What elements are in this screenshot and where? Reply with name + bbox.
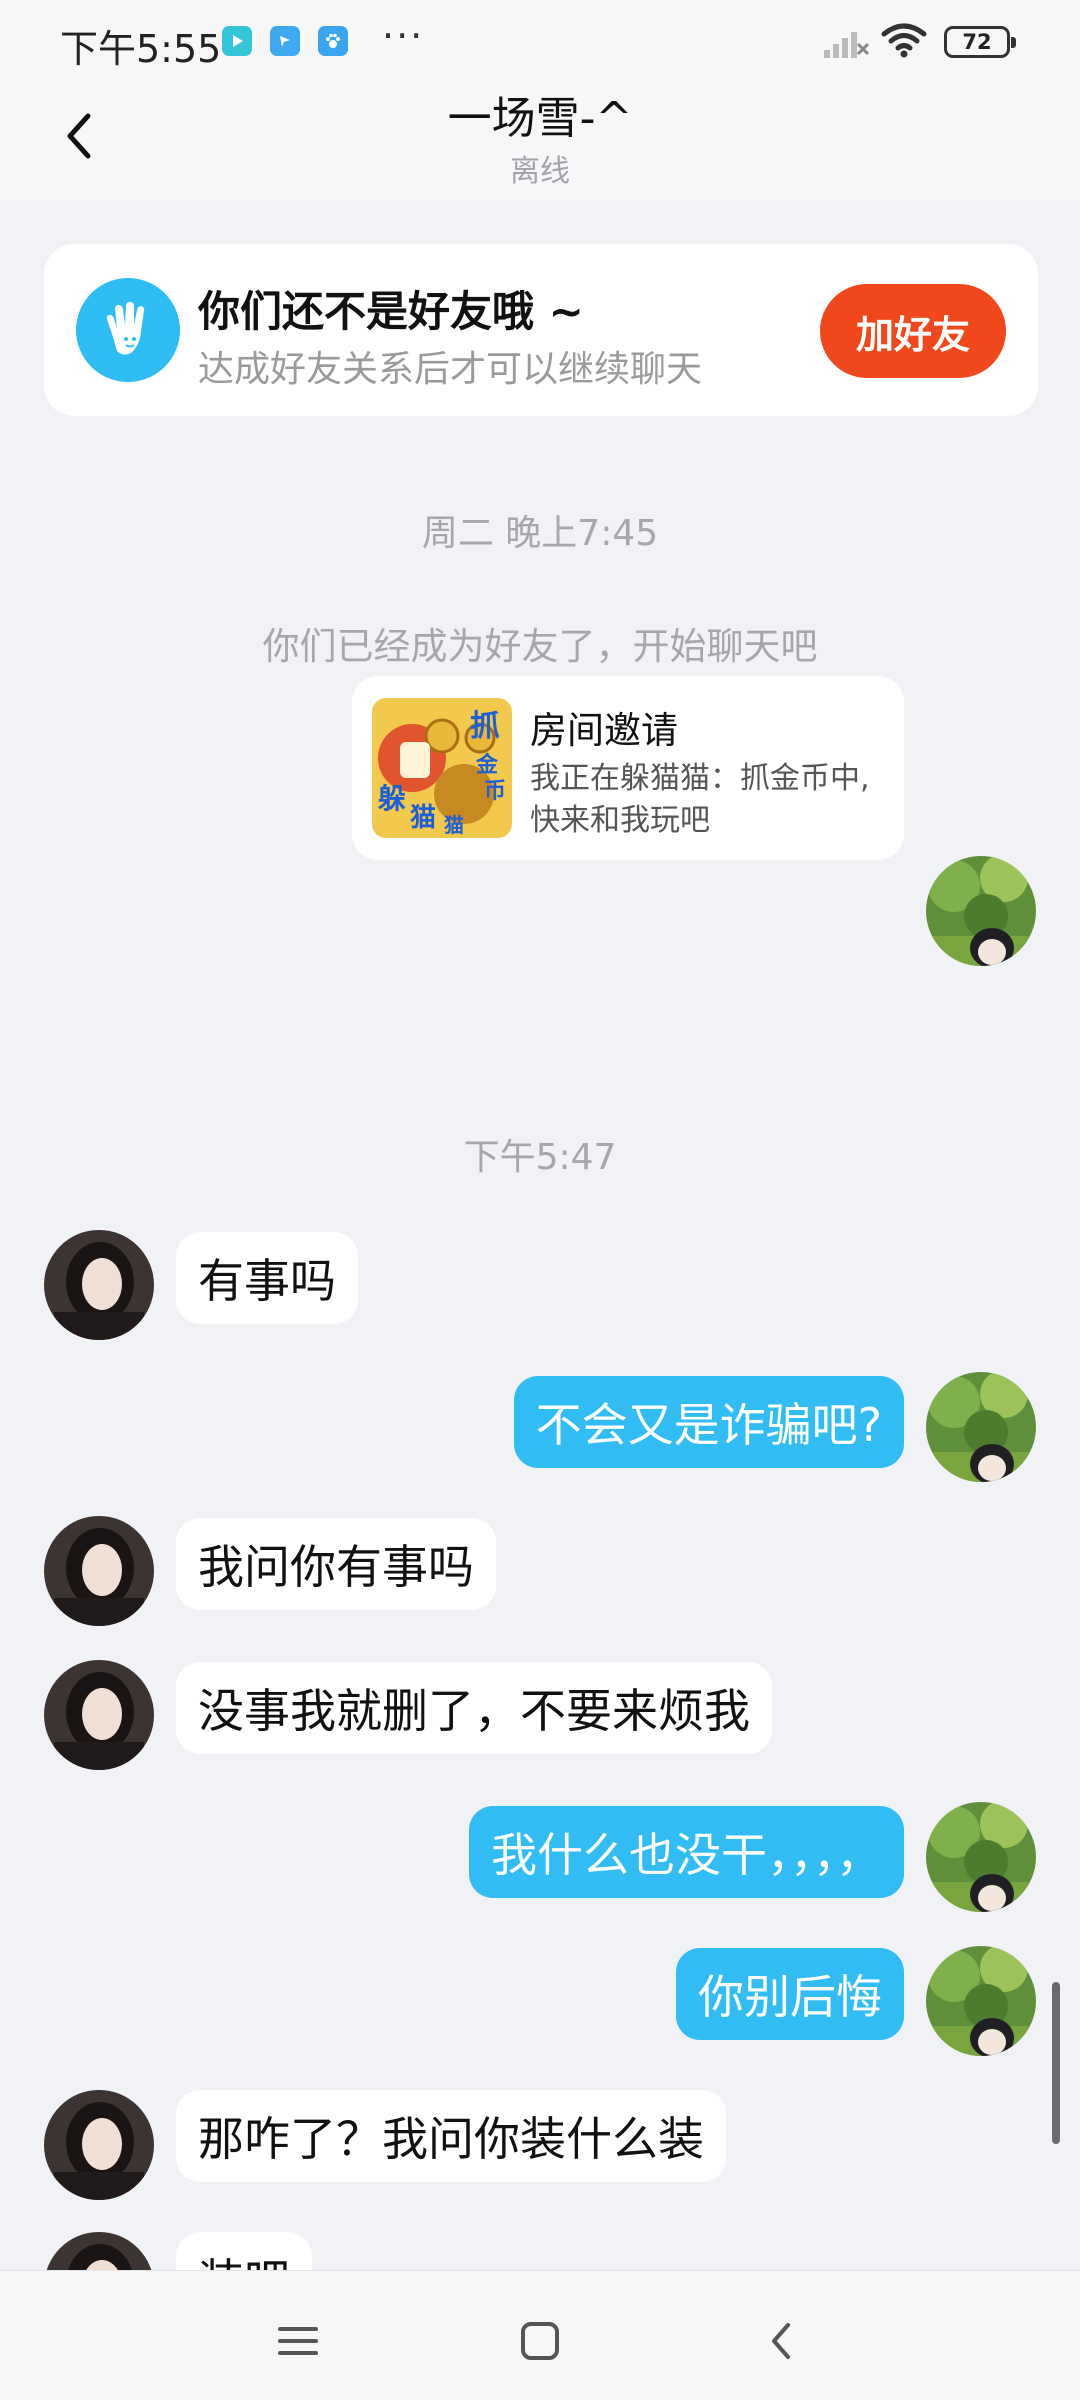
contact-avatar[interactable] <box>44 1230 154 1340</box>
chat-area[interactable]: 你们还不是好友哦 ~ 达成好友关系后才可以继续聊天 加好友 周二 晚上7:45 … <box>0 200 1080 2270</box>
wifi-icon <box>881 23 927 58</box>
thumb-char: 猫 <box>410 803 436 833</box>
invite-title: 房间邀请 <box>530 709 678 752</box>
self-avatar[interactable] <box>926 856 1036 966</box>
home-button[interactable] <box>510 2311 570 2371</box>
online-status: 离线 <box>510 154 570 189</box>
chat-title[interactable]: 一场雪-^ <box>0 82 1080 146</box>
chat-header: 一场雪-^ 离线 <box>0 80 1080 200</box>
signal-icon <box>824 32 870 58</box>
message-bubble-incoming[interactable]: 我问你有事吗 <box>176 1518 496 1610</box>
message-bubble-incoming[interactable]: 装吧 <box>176 2232 312 2270</box>
nav-back-button[interactable] <box>752 2311 812 2371</box>
self-avatar[interactable] <box>926 1372 1036 1482</box>
tencent-video-icon <box>270 26 300 56</box>
timestamp: 周二 晚上7:45 <box>421 513 659 554</box>
message-bubble-outgoing[interactable]: 不会又是诈骗吧? <box>513 1376 904 1468</box>
contact-avatar[interactable] <box>44 2090 154 2200</box>
message-bubble-outgoing[interactable]: 我什么也没干，，，， <box>469 1806 904 1898</box>
status-time: 下午5:55 <box>60 27 222 71</box>
more-notifications-icon: ··· <box>382 14 425 58</box>
menu-icon <box>278 2327 318 2355</box>
menu-button[interactable] <box>268 2311 328 2371</box>
battery-icon: 72 <box>944 26 1016 58</box>
thumb-char: 躲 <box>378 782 406 815</box>
invite-description: 我正在躲猫猫：抓金币中, 快来和我玩吧 <box>530 761 870 838</box>
contact-avatar[interactable] <box>44 1516 154 1626</box>
message-bubble-incoming[interactable]: 有事吗 <box>176 1232 358 1324</box>
timestamp: 下午5:47 <box>463 1137 617 1178</box>
video-play-icon <box>222 26 252 56</box>
thumb-char: 币 <box>484 779 506 804</box>
scrollbar[interactable] <box>1052 1982 1060 2144</box>
thumb-char: 猫 <box>444 813 464 837</box>
battery-level: 72 <box>962 30 992 54</box>
message-bubble-incoming[interactable]: 那咋了？我问你装什么装 <box>176 2090 726 2182</box>
system-nav-bar <box>0 2270 1080 2400</box>
message-bubble-outgoing[interactable]: 你别后悔 <box>676 1948 904 2040</box>
contact-avatar[interactable] <box>44 1660 154 1770</box>
room-invite-card[interactable]: 抓 金 币 躲 猫 猫 房间邀请 我正在躲猫猫：抓金币中, 快来和我玩吧 <box>352 676 904 860</box>
system-note: 你们已经成为好友了，开始聊天吧 <box>262 625 818 668</box>
back-icon <box>772 2323 790 2359</box>
baidu-paw-icon <box>318 26 348 56</box>
contact-avatar[interactable] <box>44 2232 154 2270</box>
add-friend-button[interactable]: 加好友 <box>820 284 1006 378</box>
thumb-char: 抓 <box>470 709 500 744</box>
thumb-char: 金 <box>475 752 499 778</box>
self-avatar[interactable] <box>926 1946 1036 2056</box>
status-bar: 下午5:55 ··· 72 <box>0 0 1080 80</box>
home-icon <box>521 2322 559 2360</box>
message-bubble-incoming[interactable]: 没事我就删了，不要来烦我 <box>176 1662 772 1754</box>
banner-title: 你们还不是好友哦 ~ <box>198 287 584 336</box>
self-avatar[interactable] <box>926 1802 1036 1912</box>
banner-subtitle: 达成好友关系后才可以继续聊天 <box>198 349 703 390</box>
not-friends-banner: 你们还不是好友哦 ~ 达成好友关系后才可以继续聊天 加好友 <box>44 244 1038 416</box>
wave-hand-icon <box>76 278 180 382</box>
game-thumbnail: 抓 金 币 躲 猫 猫 <box>372 698 512 838</box>
